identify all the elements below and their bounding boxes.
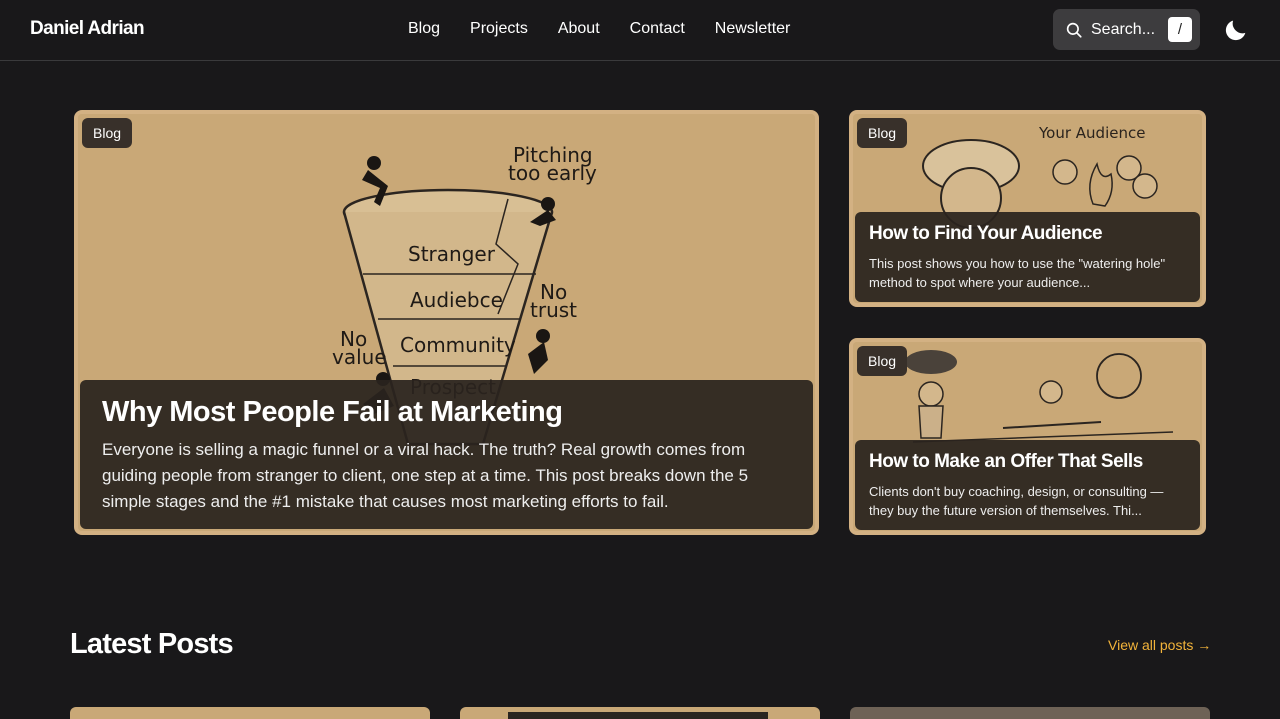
illustration-label-audience: Audiebce xyxy=(410,288,503,312)
featured-post-card[interactable]: Pitching too early Stranger Audiebce No … xyxy=(74,110,819,535)
featured-post-title[interactable]: Why Most People Fail at Marketing xyxy=(102,396,791,429)
side-post-title[interactable]: How to Find Your Audience xyxy=(869,223,1186,245)
latest-posts-heading: Latest Posts xyxy=(70,628,234,660)
side-post-title[interactable]: How to Make an Offer That Sells xyxy=(869,451,1186,473)
search-label: Search... xyxy=(1091,20,1156,38)
post-thumbnail[interactable] xyxy=(70,707,430,719)
category-badge[interactable]: Blog xyxy=(857,346,908,376)
illustration-label-trust: trust xyxy=(530,298,577,322)
search-shortcut-key: / xyxy=(1168,17,1192,42)
post-thumbnail[interactable] xyxy=(460,707,820,719)
side-post-excerpt: Clients don't buy coaching, design, or c… xyxy=(869,484,1164,518)
nav-link-contact[interactable]: Contact xyxy=(630,20,685,38)
search-icon xyxy=(1066,22,1082,38)
illustration-label-too-early: too early xyxy=(508,161,597,185)
featured-post-overlay: Why Most People Fail at Marketing Everyo… xyxy=(80,380,813,529)
site-brand[interactable]: Daniel Adrian xyxy=(30,18,145,40)
illustration-label-stranger: Stranger xyxy=(408,242,496,266)
site-header: Daniel Adrian Blog Projects About Contac… xyxy=(0,0,1280,61)
category-badge[interactable]: Blog xyxy=(857,118,908,148)
nav-link-about[interactable]: About xyxy=(558,20,600,38)
nav-link-newsletter[interactable]: Newsletter xyxy=(715,20,791,38)
main-nav: Blog Projects About Contact Newsletter xyxy=(408,20,790,38)
nav-link-projects[interactable]: Projects xyxy=(470,20,528,38)
category-badge[interactable]: Blog xyxy=(82,118,133,148)
illustration-label-your-audience: Your Audience xyxy=(1038,124,1145,142)
side-post-excerpt: This post shows you how to use the "wate… xyxy=(869,256,1166,290)
illustration-label-no-value-2: value xyxy=(332,345,387,369)
side-post-card[interactable]: Your Audience Blog How to Find Your Audi… xyxy=(849,110,1206,307)
search-button[interactable]: Search... / xyxy=(1053,9,1200,50)
nav-link-blog[interactable]: Blog xyxy=(408,20,440,38)
illustration-label-community: Community xyxy=(400,333,516,357)
side-post-overlay: How to Find Your Audience This post show… xyxy=(855,212,1200,302)
moon-icon[interactable] xyxy=(1222,16,1250,44)
featured-post-excerpt: Everyone is selling a magic funnel or a … xyxy=(102,440,749,511)
side-post-overlay: How to Make an Offer That Sells Clients … xyxy=(855,440,1200,530)
view-all-posts-link[interactable]: View all posts → xyxy=(1108,637,1211,653)
post-thumbnail[interactable] xyxy=(850,707,1210,719)
side-post-card[interactable]: Blog How to Make an Offer That Sells Cli… xyxy=(849,338,1206,535)
